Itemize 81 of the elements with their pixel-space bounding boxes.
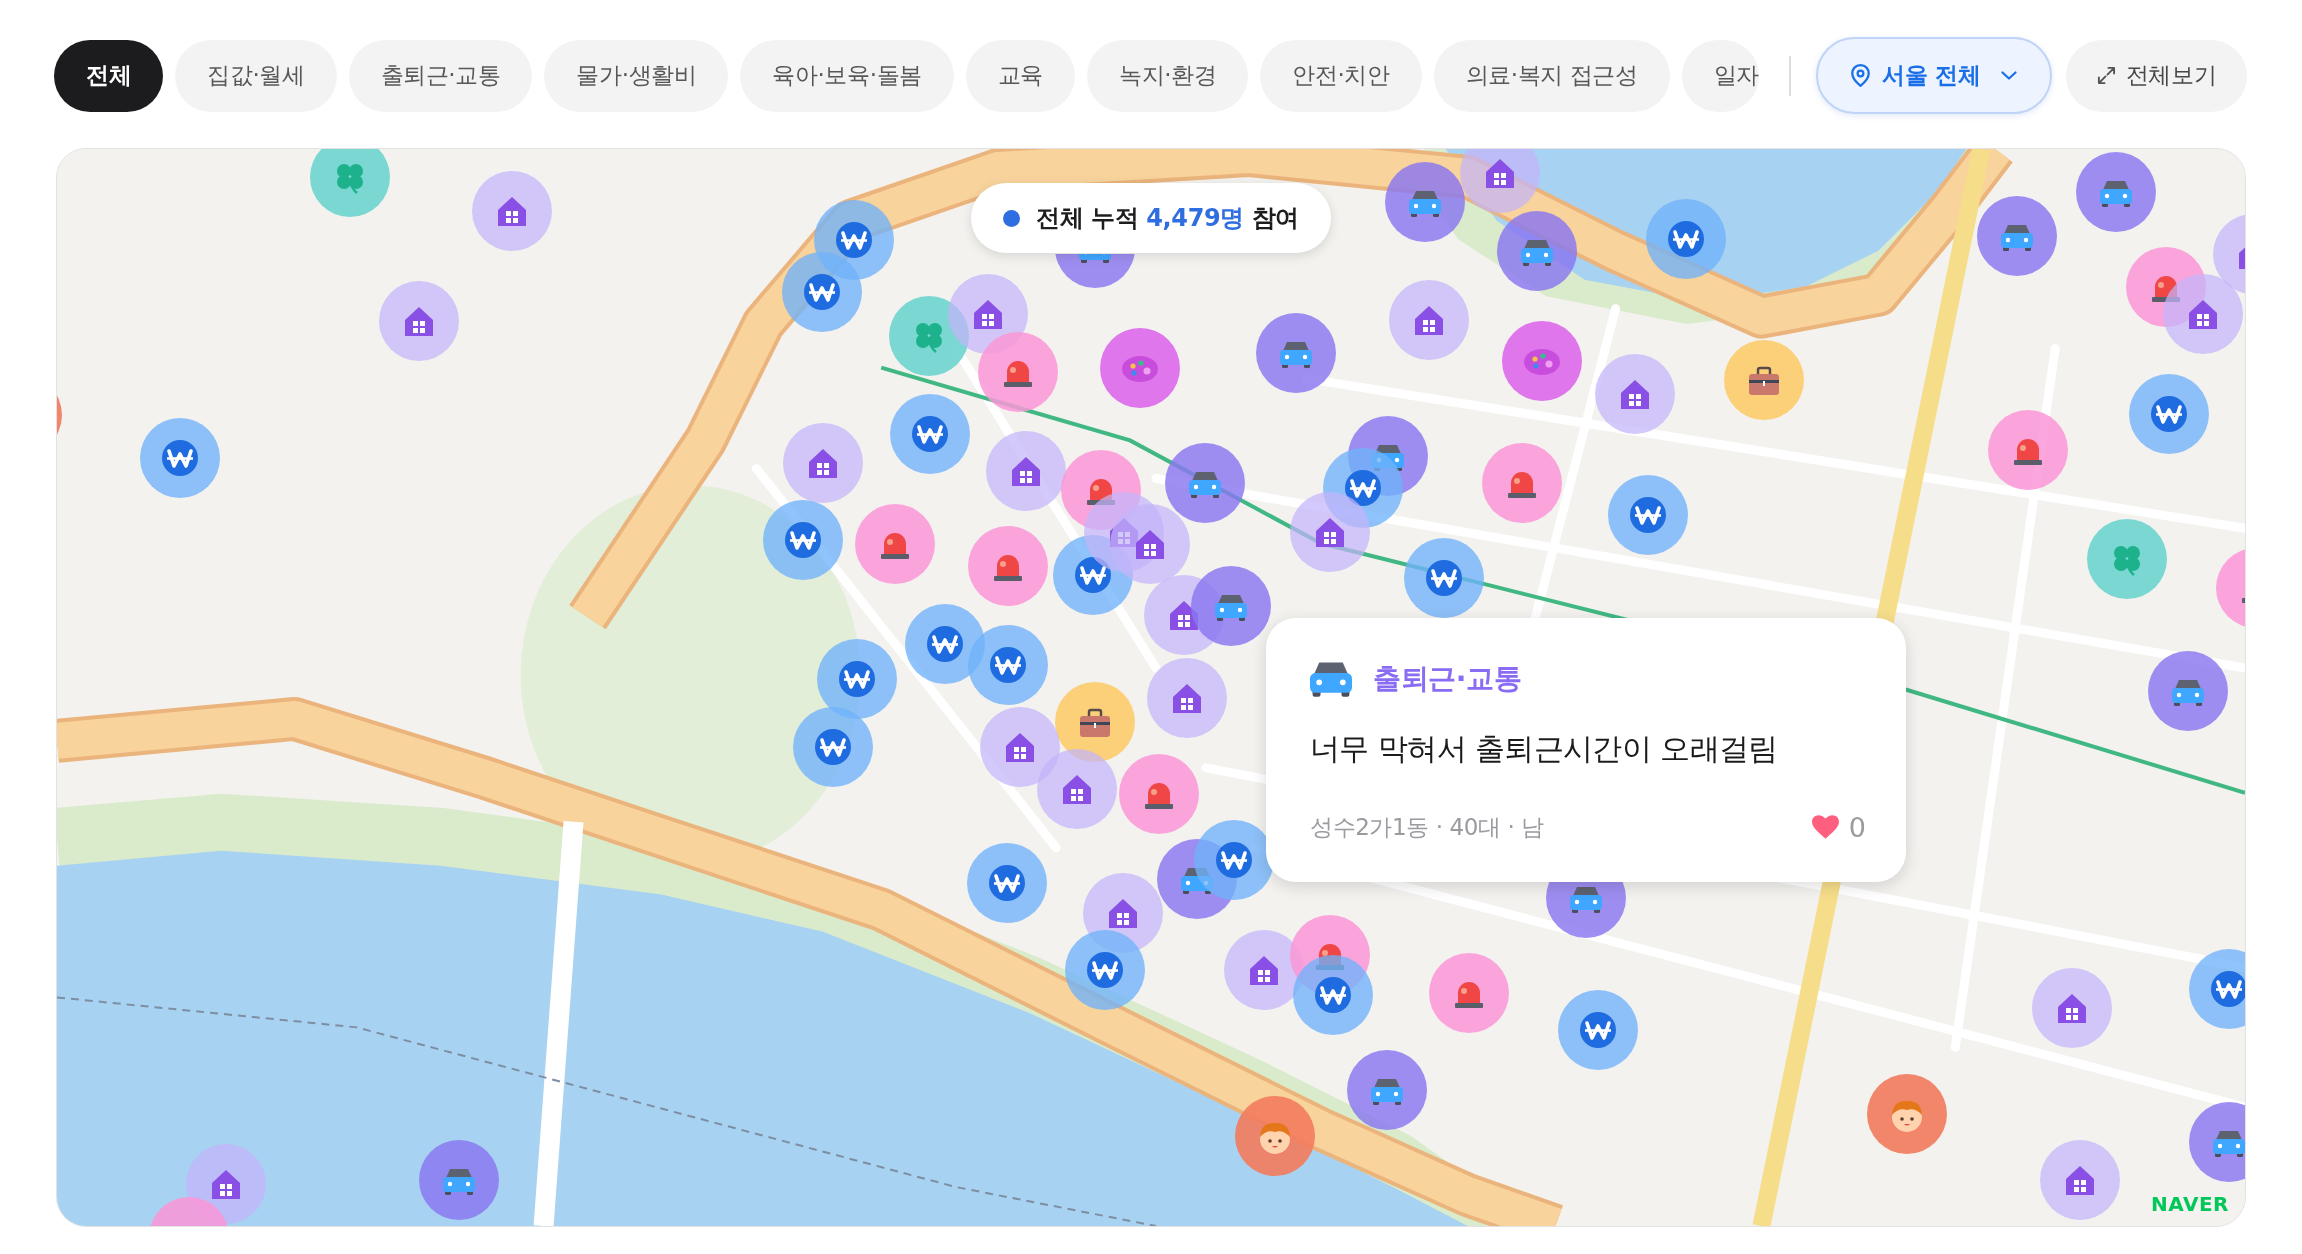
house-marker-icon[interactable]: [1389, 279, 1470, 360]
house-marker-icon[interactable]: [2039, 1139, 2120, 1220]
child-face-marker-icon[interactable]: [1866, 1073, 1947, 1154]
house-marker-icon[interactable]: [471, 170, 552, 251]
filter-tab[interactable]: 일자: [1681, 39, 1759, 112]
won-marker-icon[interactable]: [1194, 819, 1275, 900]
won-marker-icon[interactable]: [1064, 929, 1145, 1010]
won-marker-icon[interactable]: [890, 394, 971, 475]
car-marker-icon[interactable]: [1346, 1050, 1427, 1131]
briefcase-marker-icon[interactable]: [1724, 339, 1805, 420]
car-marker-icon[interactable]: [1496, 210, 1577, 291]
car-marker-icon[interactable]: [2189, 1101, 2245, 1182]
siren-marker-icon[interactable]: [1119, 753, 1200, 834]
status-dot-icon: [1003, 209, 1020, 227]
palette-marker-icon[interactable]: [1502, 320, 1583, 401]
filter-tab[interactable]: 교육: [965, 39, 1075, 112]
child-face-marker-icon[interactable]: [1235, 1095, 1316, 1176]
won-marker-icon[interactable]: [2189, 949, 2245, 1029]
house-marker-icon[interactable]: [1110, 504, 1191, 585]
won-marker-icon[interactable]: [140, 417, 221, 498]
car-marker-icon[interactable]: [419, 1139, 499, 1220]
provider-logo: NAVER: [2151, 1192, 2229, 1216]
won-marker-icon[interactable]: [816, 639, 897, 720]
region-dropdown[interactable]: 서울 전체: [1816, 37, 2052, 114]
car-marker-icon[interactable]: [1164, 442, 1245, 523]
heart-icon[interactable]: [1811, 815, 1839, 839]
siren-marker-icon[interactable]: [968, 526, 1048, 607]
house-marker-icon[interactable]: [1289, 492, 1370, 573]
house-marker-icon[interactable]: [985, 430, 1066, 511]
car-marker-icon[interactable]: [1191, 565, 1272, 646]
author-meta-text: 성수2가1동 · 40대 · 남: [1310, 812, 1544, 842]
won-marker-icon[interactable]: [1292, 954, 1373, 1035]
house-marker-icon[interactable]: [2163, 273, 2243, 354]
car-marker-icon[interactable]: [1385, 162, 1465, 243]
location-pin-icon: [1851, 64, 1871, 87]
car-marker-icon[interactable]: [2148, 651, 2229, 731]
siren-marker-icon[interactable]: [1429, 953, 1509, 1034]
car-marker-icon[interactable]: [1255, 313, 1336, 394]
filter-tab[interactable]: 녹지·환경: [1087, 39, 1249, 112]
car-marker-icon[interactable]: [2076, 151, 2157, 232]
won-marker-icon[interactable]: [781, 251, 862, 332]
palette-marker-icon[interactable]: [1100, 328, 1181, 408]
category-label: 출퇴근·교통: [1373, 661, 1522, 697]
fullscreen-button[interactable]: 전체보기: [2066, 39, 2247, 112]
house-marker-icon[interactable]: [1147, 658, 1228, 739]
clover-marker-icon[interactable]: [2086, 518, 2167, 599]
comment-text: 너무 막혀서 출퇴근시간이 오래걸림: [1310, 730, 1779, 768]
won-marker-icon[interactable]: [968, 624, 1048, 705]
house-marker-icon[interactable]: [379, 281, 460, 361]
filter-tab[interactable]: 전체: [54, 39, 164, 112]
filter-tab[interactable]: 물가·생활비: [544, 39, 729, 112]
house-marker-icon[interactable]: [1594, 354, 1675, 435]
filter-tab[interactable]: 의료·복지 접근성: [1433, 39, 1670, 112]
siren-marker-icon[interactable]: [1481, 442, 1562, 523]
siren-marker-icon[interactable]: [855, 504, 935, 585]
filter-tab[interactable]: 안전·치안: [1260, 39, 1422, 112]
house-marker-icon[interactable]: [1037, 749, 1117, 830]
won-marker-icon[interactable]: [2129, 373, 2210, 454]
won-marker-icon[interactable]: [1558, 990, 1639, 1071]
won-marker-icon[interactable]: [1608, 474, 1689, 555]
house-marker-icon[interactable]: [2032, 968, 2113, 1048]
house-marker-icon[interactable]: [783, 423, 864, 504]
won-marker-icon[interactable]: [1646, 198, 1727, 279]
clover-marker-icon[interactable]: [310, 149, 391, 218]
filter-tab[interactable]: 집값·월세: [175, 39, 337, 112]
house-marker-icon[interactable]: [1459, 149, 1540, 213]
chevron-down-icon: [2000, 71, 2017, 80]
siren-marker-icon[interactable]: [978, 332, 1059, 413]
like-count: 0: [1848, 811, 1866, 843]
won-marker-icon[interactable]: [1404, 537, 1484, 618]
won-marker-icon[interactable]: [793, 706, 874, 787]
house-marker-icon[interactable]: [979, 706, 1060, 787]
siren-marker-icon[interactable]: [1988, 410, 2069, 491]
won-marker-icon[interactable]: [966, 843, 1047, 924]
filter-tab[interactable]: 육아·보육·돌봄: [740, 39, 954, 112]
filter-tab[interactable]: 출퇴근·교통: [348, 39, 533, 112]
won-marker-icon[interactable]: [762, 499, 843, 580]
car-icon: [1310, 661, 1352, 697]
expand-icon: [2096, 66, 2116, 85]
car-marker-icon[interactable]: [1976, 195, 2057, 276]
participation-text: 전체 누적 4,479명 참여: [1036, 203, 1299, 234]
